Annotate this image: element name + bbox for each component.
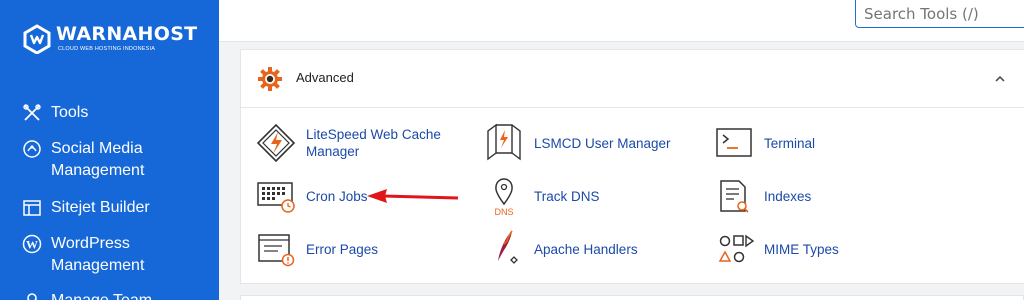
sidebar: WARNAHOST CLOUD WEB HOSTING INDONESIA To…: [0, 0, 219, 300]
cron-jobs-icon: [254, 174, 298, 218]
tool-indexes[interactable]: Indexes: [712, 174, 811, 218]
tool-error-pages[interactable]: Error Pages: [254, 227, 378, 271]
sidebar-item-label: Sitejet Builder: [51, 199, 150, 216]
tools-icon: [22, 103, 42, 123]
tool-cron-jobs[interactable]: Cron Jobs: [254, 174, 368, 218]
tool-track-dns[interactable]: DNS Track DNS: [482, 174, 600, 218]
lsmcd-icon: [482, 121, 526, 165]
terminal-icon: [712, 121, 756, 165]
tool-label: Cron Jobs: [306, 188, 368, 204]
sidebar-item-manage-team[interactable]: Manage Team: [22, 290, 152, 300]
sidebar-item-label: Social Media Management: [51, 140, 145, 179]
annotation-arrow: [367, 189, 459, 203]
warnahost-logo-icon: [23, 24, 51, 54]
tool-label: Indexes: [764, 188, 812, 204]
tool-litespeed[interactable]: LiteSpeed Web Cache Manager: [254, 121, 441, 165]
tool-lsmcd[interactable]: LSMCD User Manager: [482, 121, 671, 165]
sidebar-item-label: Tools: [51, 104, 89, 121]
tool-label: Terminal: [764, 135, 816, 151]
brand-tagline: CLOUD WEB HOSTING INDONESIA: [58, 46, 156, 52]
brand-logo[interactable]: WARNAHOST CLOUD WEB HOSTING INDONESIA: [22, 24, 197, 54]
gear-icon: [258, 67, 282, 91]
error-pages-icon: [254, 227, 298, 271]
panel-title: Advanced: [296, 70, 354, 85]
sidebar-item-wordpress[interactable]: W WordPress Management: [22, 233, 144, 277]
tool-terminal[interactable]: Terminal: [712, 121, 815, 165]
indexes-icon: [712, 174, 756, 218]
sidebar-item-label: Manage Team: [51, 290, 152, 300]
sidebar-item-tools[interactable]: Tools: [22, 102, 88, 124]
manage-team-icon: [22, 291, 42, 300]
svg-text:W: W: [26, 238, 38, 252]
tool-label: Error Pages: [306, 241, 379, 257]
tool-apache-handlers[interactable]: Apache Handlers: [482, 227, 638, 271]
sidebar-item-sitejet[interactable]: Sitejet Builder: [22, 197, 150, 219]
wordpress-icon: W: [22, 234, 42, 254]
tool-label: LiteSpeed Web Cache Manager: [306, 127, 441, 159]
chevron-up-icon[interactable]: [991, 70, 1009, 88]
track-dns-icon: DNS: [482, 174, 526, 218]
tool-mime-types[interactable]: MIME Types: [712, 227, 839, 271]
tool-label: Track DNS: [534, 188, 600, 204]
sidebar-item-social-media[interactable]: Social Media Management: [22, 138, 144, 182]
sitejet-icon: [22, 198, 42, 218]
brand-name: WARNAHOST: [56, 23, 198, 45]
mime-types-icon: [712, 227, 756, 271]
search-tools-input[interactable]: [855, 0, 1024, 28]
social-media-icon: [22, 139, 42, 159]
tool-label: LSMCD User Manager: [534, 135, 671, 151]
dns-badge: DNS: [494, 207, 513, 217]
tool-label: Apache Handlers: [534, 241, 638, 257]
tool-label: MIME Types: [764, 241, 839, 257]
sidebar-item-label: WordPress Management: [51, 235, 145, 274]
advanced-panel: Advanced LiteSpeed Web Cache Manager LSM…: [240, 49, 1024, 284]
litespeed-icon: [254, 121, 298, 165]
panel-header[interactable]: Advanced: [241, 50, 1024, 108]
apache-handlers-icon: [482, 227, 526, 271]
next-panel: [240, 295, 1024, 300]
